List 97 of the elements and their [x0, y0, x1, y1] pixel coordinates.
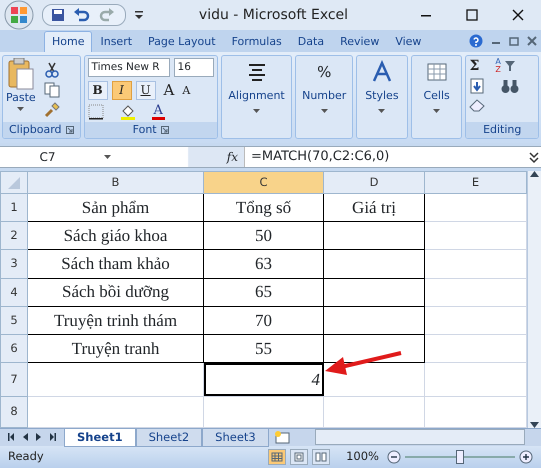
- group-label: Font: [132, 122, 157, 138]
- caret-icon[interactable]: [320, 108, 328, 112]
- window-title: vidu - Microsoft Excel: [198, 6, 348, 24]
- bold-button[interactable]: B: [88, 81, 108, 100]
- insert-sheet-icon[interactable]: [272, 429, 291, 445]
- scissors-icon[interactable]: [44, 62, 60, 78]
- table-cell: Sách tham khảo: [28, 250, 204, 278]
- table-cell: 70: [204, 306, 324, 334]
- ribbon-tab[interactable]: Review: [332, 30, 388, 52]
- zoom-out-icon[interactable]: [387, 450, 401, 464]
- function-button[interactable]: fx: [226, 148, 238, 166]
- italic-button[interactable]: I: [112, 81, 132, 100]
- row-header[interactable]: 1: [0, 193, 28, 222]
- scroll-up-icon[interactable]: [530, 171, 539, 177]
- caret-icon[interactable]: [378, 108, 386, 112]
- slider-thumb[interactable]: [456, 450, 464, 464]
- fill-down-icon[interactable]: [469, 78, 486, 94]
- table-cell: Sản phẩm: [28, 193, 204, 222]
- dialog-launcher-icon[interactable]: [66, 126, 74, 134]
- status-text: Ready: [8, 448, 44, 466]
- maximize-icon[interactable]: [465, 8, 479, 22]
- group-label: Editing: [483, 122, 522, 138]
- table-cell: Giá trị: [324, 193, 424, 222]
- page-break-view-button[interactable]: [312, 449, 330, 465]
- eraser-icon[interactable]: [469, 98, 486, 112]
- group-label: Clipboard: [9, 122, 62, 138]
- table-cell: Sách bồi dưỡng: [28, 278, 204, 306]
- caret-icon[interactable]: [104, 155, 110, 159]
- table-cell: Sách giáo khoa: [28, 222, 204, 250]
- paste-button[interactable]: Paste: [6, 58, 36, 122]
- clipboard-icon: [8, 58, 34, 90]
- row-header[interactable]: 2: [0, 222, 28, 250]
- column-header[interactable]: D: [324, 172, 424, 194]
- sheet-tab[interactable]: Sheet1: [64, 429, 136, 448]
- column-header[interactable]: C: [204, 172, 324, 194]
- sheet-last-icon[interactable]: [50, 433, 56, 441]
- ribbon-tab[interactable]: Page Layout: [140, 30, 224, 52]
- dialog-launcher-icon[interactable]: [160, 126, 169, 134]
- ribbon-tab[interactable]: Formulas: [224, 30, 290, 52]
- table-cell: 65: [204, 278, 324, 306]
- page-layout-view-button[interactable]: [290, 449, 308, 465]
- sum-button[interactable]: Σ: [469, 59, 480, 73]
- row-header[interactable]: 4: [0, 278, 28, 306]
- name-box[interactable]: C7: [0, 147, 150, 167]
- row-header[interactable]: 8: [0, 396, 28, 428]
- row-header[interactable]: 7: [0, 362, 28, 396]
- page-icon: [293, 452, 306, 462]
- sort-button[interactable]: A Z: [495, 58, 501, 74]
- formula-field[interactable]: =MATCH(70,C2:C6,0): [244, 147, 527, 167]
- grow-font-button[interactable]: A: [164, 83, 174, 98]
- restore-icon[interactable]: [509, 36, 519, 46]
- zoom-in-icon[interactable]: [519, 450, 533, 464]
- column-header[interactable]: B: [28, 172, 204, 194]
- help-icon[interactable]: [469, 34, 483, 48]
- sheet-tab[interactable]: Sheet2: [136, 429, 202, 448]
- normal-view-button[interactable]: [268, 449, 286, 465]
- column-header[interactable]: E: [424, 172, 526, 194]
- font-name-field[interactable]: Times New R: [88, 58, 170, 77]
- ribbon-tab[interactable]: Data: [290, 30, 332, 52]
- binoculars-icon[interactable]: [501, 78, 520, 94]
- selected-cell[interactable]: 4: [204, 362, 324, 396]
- zoom-level: 100%: [346, 448, 379, 466]
- borders-icon[interactable]: [88, 104, 104, 120]
- undo-icon[interactable]: [73, 8, 91, 22]
- caret-icon[interactable]: [253, 108, 260, 112]
- customize-dropdown-icon[interactable]: [134, 10, 144, 20]
- copy-icon[interactable]: [44, 82, 60, 98]
- horizontal-scrollbar[interactable]: [315, 429, 525, 445]
- sheet-next-icon[interactable]: [36, 433, 42, 441]
- vertical-scrollbar[interactable]: [527, 171, 541, 428]
- ribbon-tab[interactable]: Insert: [92, 30, 140, 52]
- font-size-field[interactable]: 16: [174, 58, 214, 77]
- row-header[interactable]: 3: [0, 250, 28, 278]
- caret-icon[interactable]: [17, 106, 24, 110]
- sheet-previous-icon[interactable]: [22, 433, 28, 441]
- two-pages-icon: [315, 452, 328, 462]
- table-cell: 55: [204, 334, 324, 363]
- table-cell: Tổng số: [204, 193, 324, 222]
- table-cell: 63: [204, 250, 324, 278]
- sheet-tab[interactable]: Sheet3: [202, 429, 269, 448]
- ribbon-tab[interactable]: Home: [44, 30, 92, 52]
- shrink-font-button[interactable]: A: [182, 85, 190, 96]
- close-icon[interactable]: [511, 8, 525, 22]
- grid-icon: [271, 452, 284, 462]
- table-cell: 50: [204, 222, 324, 250]
- save-icon[interactable]: [51, 8, 65, 22]
- brush-icon[interactable]: [44, 102, 60, 118]
- underline-button[interactable]: U: [136, 81, 156, 100]
- table-cell: Truyện trinh thám: [28, 306, 204, 334]
- caret-icon[interactable]: [433, 108, 440, 112]
- row-header[interactable]: 6: [0, 334, 28, 363]
- filter-icon[interactable]: [504, 60, 515, 72]
- sheet-first-icon[interactable]: [8, 433, 14, 441]
- table-cell: Truyện tranh: [28, 334, 204, 363]
- row-header[interactable]: 5: [0, 306, 28, 334]
- fill-color-icon[interactable]: [120, 104, 136, 120]
- ribbon-tab[interactable]: View: [387, 30, 430, 52]
